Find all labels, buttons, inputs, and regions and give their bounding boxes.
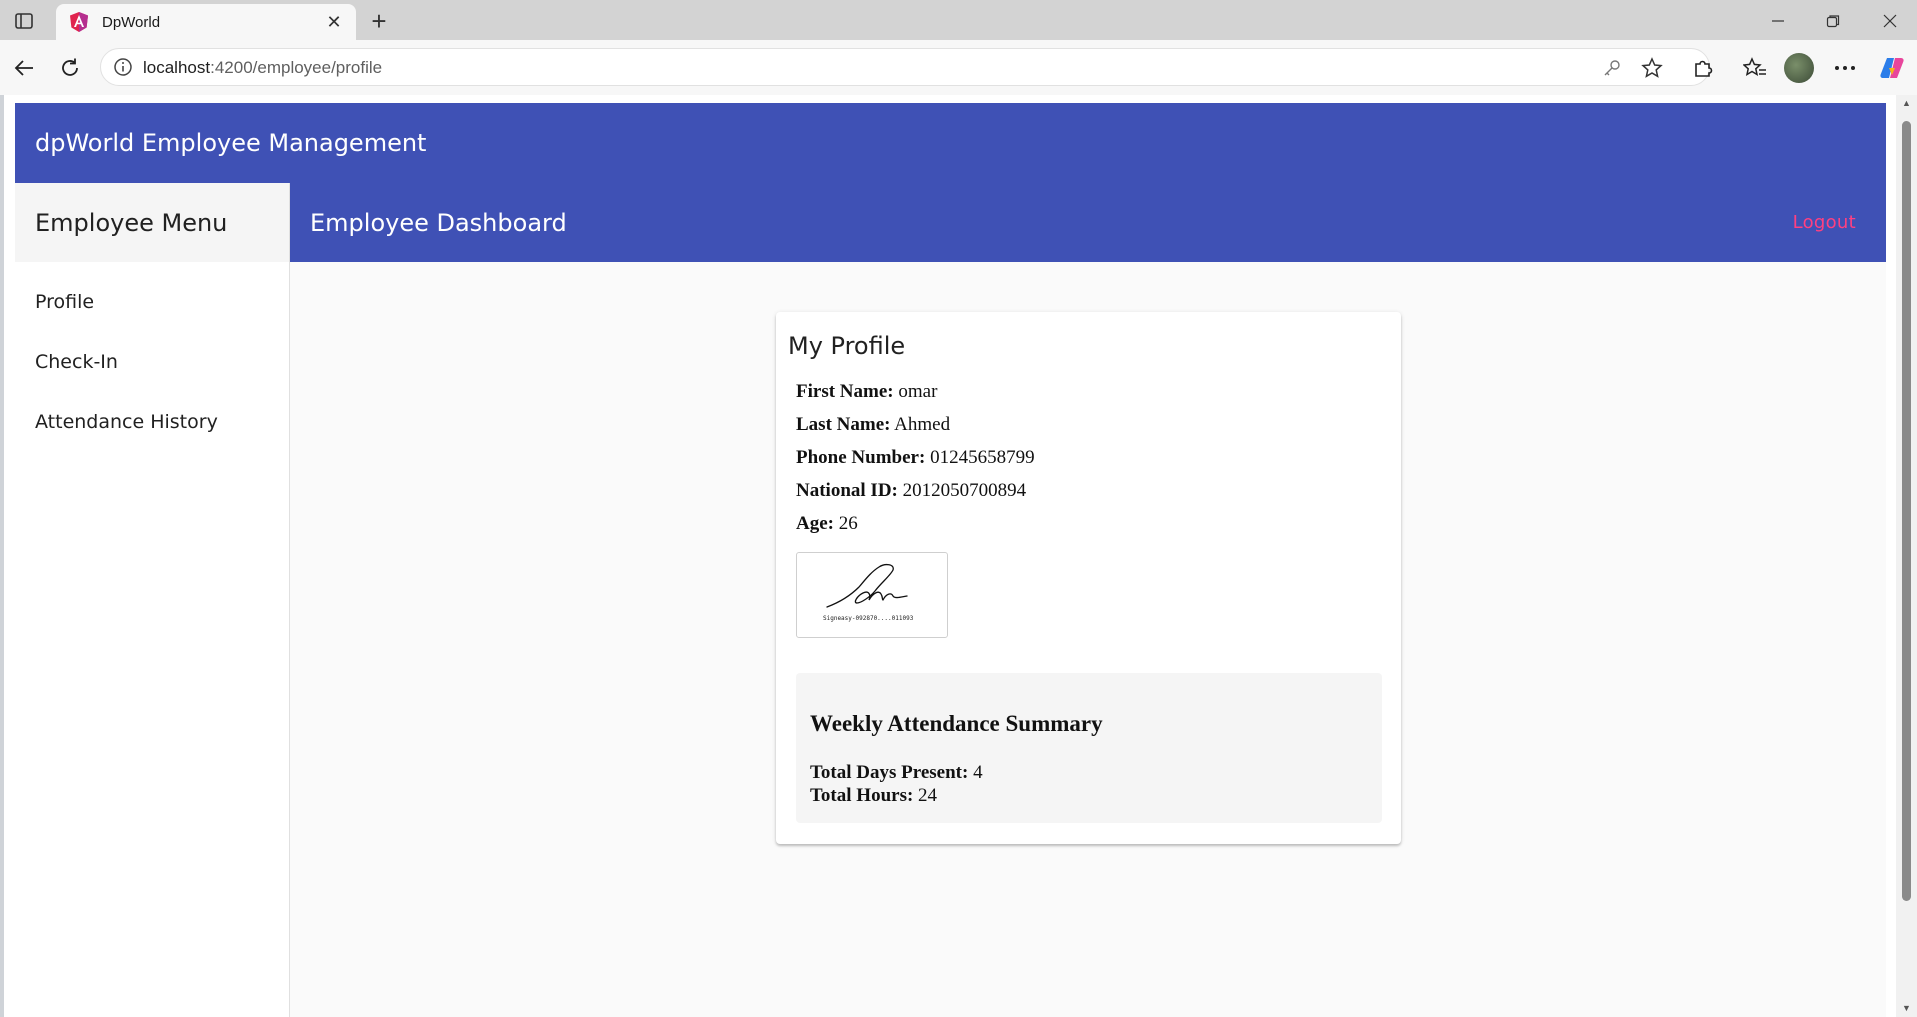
scroll-up-icon[interactable]: ▲ — [1901, 98, 1912, 108]
minimize-icon — [1772, 20, 1784, 22]
favorite-button[interactable] — [1641, 57, 1663, 79]
back-arrow-icon — [14, 60, 33, 76]
url-path: :4200/employee/profile — [210, 58, 383, 77]
angular-icon — [70, 12, 88, 32]
browser-tabbar: DpWorld ✕ + — [0, 0, 1917, 40]
close-window-icon — [1883, 14, 1897, 28]
field-label: Last Name: — [796, 414, 891, 435]
summary-title: Weekly Attendance Summary — [810, 711, 1103, 736]
url-text[interactable]: localhost:4200/employee/profile — [143, 58, 382, 78]
field-label: Phone Number: — [796, 447, 926, 468]
age-field: Age: 26 — [796, 507, 1035, 540]
plus-icon: + — [371, 5, 387, 36]
weekly-summary: Weekly Attendance Summary Total Days Pre… — [796, 673, 1382, 823]
main-content: My Profile First Name: omar Last Name: A… — [290, 262, 1886, 1017]
sidenav-list: Profile Check-In Attendance History — [15, 262, 289, 452]
sidenav: Employee Menu Profile Check-In Attendanc… — [15, 183, 290, 1017]
address-bar[interactable]: localhost:4200/employee/profile — [100, 48, 1710, 86]
sidebar-item-label: Profile — [35, 291, 95, 313]
sidenav-header: Employee Menu — [15, 183, 289, 262]
page-title: Employee Dashboard — [310, 208, 567, 237]
copilot-icon — [1880, 58, 1904, 78]
sidebar-item-check-in[interactable]: Check-In — [15, 332, 289, 392]
profile-fields: First Name: omar Last Name: Ahmed Phone … — [796, 375, 1035, 540]
tab-actions-button[interactable] — [10, 8, 38, 34]
favorites-button[interactable] — [1740, 53, 1770, 83]
sidenav-title: Employee Menu — [35, 208, 228, 237]
close-icon[interactable]: ✕ — [324, 12, 344, 33]
puzzle-icon — [1695, 60, 1713, 77]
sidebar-item-label: Check-In — [35, 351, 118, 373]
summary-label: Total Hours: — [810, 785, 914, 806]
info-icon[interactable] — [113, 57, 133, 77]
browser-toolbar: localhost:4200/employee/profile — [0, 40, 1917, 95]
total-days-present: Total Days Present: 4 — [810, 762, 983, 784]
more-button[interactable] — [1830, 53, 1860, 83]
field-label: Age: — [796, 513, 834, 534]
field-value: 2012050700894 — [902, 480, 1027, 501]
restore-button[interactable] — [1813, 8, 1853, 34]
scroll-thumb[interactable] — [1902, 121, 1911, 901]
sidebar-toggle-icon — [15, 13, 33, 29]
field-value: 26 — [838, 513, 858, 534]
app-title: dpWorld Employee Management — [35, 129, 427, 157]
national-id-field: National ID: 2012050700894 — [796, 474, 1035, 507]
last-name-field: Last Name: Ahmed — [796, 408, 1035, 441]
sidebar-item-label: Attendance History — [35, 411, 218, 433]
field-value: 01245658799 — [930, 447, 1035, 468]
password-key-button[interactable] — [1601, 57, 1623, 79]
tab-title: DpWorld — [102, 13, 161, 31]
new-tab-button[interactable]: + — [364, 6, 394, 36]
content-toolbar: Employee Dashboard Logout — [290, 183, 1886, 262]
profile-title: My Profile — [788, 332, 906, 360]
summary-value: 24 — [918, 785, 938, 806]
minimize-button[interactable] — [1758, 8, 1798, 34]
url-host: localhost — [143, 58, 211, 77]
logout-button[interactable]: Logout — [1793, 212, 1856, 233]
app-header: dpWorld Employee Management — [15, 103, 1886, 183]
summary-value: 4 — [973, 762, 983, 783]
back-button[interactable] — [9, 53, 39, 83]
field-label: First Name: — [796, 381, 894, 402]
refresh-icon — [62, 58, 78, 76]
copilot-button[interactable] — [1877, 53, 1907, 83]
star-icon — [1641, 57, 1663, 78]
sidebar-item-profile[interactable]: Profile — [15, 272, 289, 332]
sidebar-item-attendance-history[interactable]: Attendance History — [15, 392, 289, 452]
extensions-button[interactable] — [1688, 53, 1718, 83]
summary-label: Total Days Present: — [810, 762, 969, 783]
signature-image: Signeasy-092870....011093 — [796, 552, 948, 638]
first-name-field: First Name: omar — [796, 375, 1035, 408]
refresh-button[interactable] — [55, 53, 85, 83]
browser-tab[interactable]: DpWorld ✕ — [56, 4, 356, 40]
phone-number-field: Phone Number: 01245658799 — [796, 441, 1035, 474]
page-scrollbar[interactable]: ▲ ▼ — [1896, 95, 1917, 1017]
app-root: dpWorld Employee Management Employee Men… — [15, 103, 1886, 1017]
signature-drawing: Signeasy-092870....011093 — [823, 563, 914, 622]
profile-card: My Profile First Name: omar Last Name: A… — [776, 312, 1401, 844]
favorites-icon — [1743, 57, 1766, 77]
total-hours: Total Hours: 24 — [810, 785, 937, 807]
field-value: omar — [898, 381, 938, 402]
more-icon — [1835, 66, 1855, 70]
profile-avatar[interactable] — [1784, 53, 1814, 83]
restore-icon — [1826, 15, 1840, 28]
page-viewport: dpWorld Employee Management Employee Men… — [4, 95, 1896, 1017]
field-value: Ahmed — [894, 414, 951, 435]
key-icon — [1604, 60, 1620, 76]
close-window-button[interactable] — [1870, 8, 1910, 34]
field-label: National ID: — [796, 480, 898, 501]
signature-caption: Signeasy-092870....011093 — [823, 615, 914, 622]
scroll-down-icon[interactable]: ▼ — [1901, 1003, 1912, 1013]
